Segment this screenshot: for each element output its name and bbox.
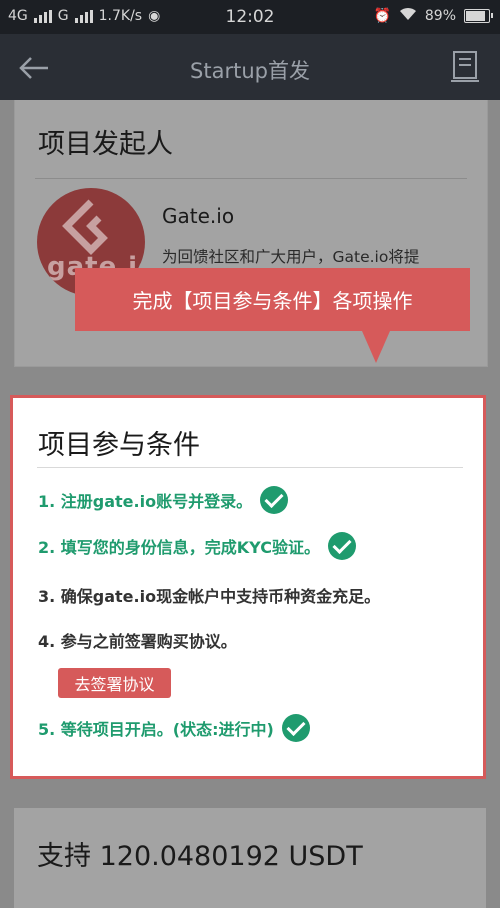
step-4-agreement: 4. 参与之前签署购买协议。 [38,632,237,651]
check-icon [327,532,356,560]
step-5-wait: 5. 等待项目开启。(状态:进行中) [38,714,310,742]
step-2-kyc[interactable]: 2. 填写您的身份信息，完成KYC验证。 [38,532,356,560]
divider [37,467,463,468]
document-icon[interactable] [450,50,480,84]
divider [35,178,467,179]
conditions-card: 项目参与条件 1. 注册gate.io账号并登录。 2. 填写您的身份信息，完成… [10,395,486,779]
guide-tooltip: 完成【项目参与条件】各项操作 [75,268,470,363]
support-card: 支持 120.0480192 USDT [14,808,486,908]
step-3-funds: 3. 确保gate.io现金帐户中支持币种资金充足。 [38,587,381,606]
initiator-heading: 项目发起人 [38,129,173,160]
check-icon [281,714,310,742]
alarm-icon: ⏰ [373,8,391,24]
initiator-name: Gate.io [162,204,235,228]
page-title: Startup首发 [190,59,310,83]
battery-percent: 89% [424,8,456,24]
battery-icon [464,9,493,23]
initiator-description: 为回馈社区和广大用户，Gate.io将提 [162,248,420,266]
app-header: Startup首发 [0,34,500,100]
support-amount: 支持 120.0480192 USDT [37,841,363,872]
wifi-icon [399,7,417,25]
status-right: ⏰ 89% [373,7,493,25]
sign-agreement-button[interactable]: 去签署协议 [58,668,171,698]
check-icon [260,486,289,514]
step-1-register[interactable]: 1. 注册gate.io账号并登录。 [38,486,289,514]
conditions-heading: 项目参与条件 [38,430,200,461]
status-bar: 4G G 1.7K/s ◉ 12:02 ⏰ 89% [0,0,500,34]
tooltip-text: 完成【项目参与条件】各项操作 [132,289,413,313]
